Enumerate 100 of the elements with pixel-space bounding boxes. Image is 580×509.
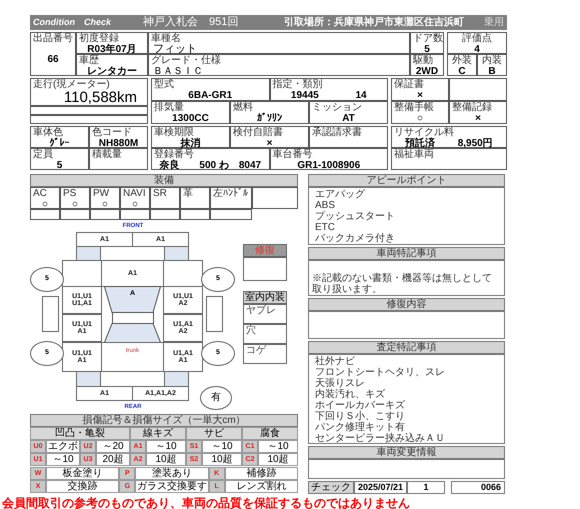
field-label: 車歴: [79, 55, 100, 66]
field-value: 5: [56, 160, 62, 171]
windshield-shape: [104, 286, 161, 313]
field-value: 14: [355, 90, 367, 101]
check-label: チェック: [308, 481, 354, 494]
field-value: ○: [102, 199, 108, 210]
shaded-panel: [76, 246, 101, 261]
field-value: AT: [342, 113, 355, 124]
roof-panel: [112, 312, 154, 324]
legend-group: 腐食: [242, 427, 298, 440]
field-label: NAVI: [123, 188, 147, 199]
field-value: ○: [132, 199, 138, 210]
field-label: 登録番号: [154, 149, 195, 160]
field-value: NH880M: [98, 138, 138, 149]
shaded-panel: [76, 371, 101, 387]
damage-meaning: ガラス交換要す: [135, 480, 209, 493]
rear-window-shape: [104, 323, 161, 343]
damage-meaning: ～10: [146, 440, 186, 453]
field-value: ｶﾞｿﾘﾝ: [257, 113, 282, 124]
damage-meaning: レンズ割れ: [224, 480, 298, 493]
field-value: 5: [424, 44, 430, 55]
field-label: リサイクル料: [394, 127, 455, 138]
legend-group: 線キズ: [130, 427, 186, 440]
field-value: B: [488, 66, 496, 77]
field-label: 保証書: [394, 79, 425, 90]
category-label: 乗用: [484, 16, 504, 30]
damage-meaning: 塗装あり: [135, 467, 209, 480]
field-label: 車体色: [33, 127, 64, 138]
interior-item: コゲ: [243, 344, 287, 364]
interior-item: 穴: [243, 324, 287, 344]
section-header: 車両特記事項: [308, 247, 505, 260]
damage-meaning: ～10: [258, 440, 298, 453]
field-label: 車検期限: [154, 127, 194, 138]
section-header: 修復: [243, 244, 287, 257]
field-value: GR1-1008906: [297, 160, 360, 171]
field-label: 検付自賠書: [233, 127, 284, 138]
field-value: 66: [47, 54, 59, 65]
spare-tire-marker: 有: [200, 386, 232, 410]
field-value: 預託済: [405, 138, 436, 149]
field-label: 外装: [452, 55, 472, 66]
field-label: 整備手帳: [394, 102, 435, 113]
field-label: 革: [183, 188, 194, 199]
field-label: ドア数: [413, 33, 441, 44]
field-value: 4: [474, 44, 480, 55]
field-value: ×: [266, 138, 272, 149]
field-value: ×: [417, 90, 423, 101]
field-value: 19445: [290, 90, 319, 101]
field-label: SR: [153, 188, 168, 199]
field-value: 8,950円: [458, 138, 493, 149]
field-label: AC: [33, 188, 48, 199]
sheet-title: Condition Check: [33, 16, 112, 29]
check-number: 0066: [451, 481, 505, 494]
damage-meaning: 10超: [146, 453, 186, 466]
note-line: 下回りＳ小、こすり: [315, 411, 406, 422]
section-header: 車両変更情報: [308, 446, 505, 459]
auction-name: 神戸入札会 951回: [143, 15, 240, 30]
field-value: ×: [475, 113, 481, 124]
form-cell: [243, 257, 287, 281]
damage-meaning: 10超: [258, 453, 298, 466]
field-label: 駆動: [413, 55, 434, 66]
field-value: 110,588km: [64, 90, 137, 106]
field-label: 初度登録: [79, 33, 120, 44]
section-header: アピールポイント: [308, 174, 505, 187]
pickup-location: 引取場所：兵庫県神戸市東灘区住吉浜町: [284, 15, 464, 30]
field-label: 福祉車両: [394, 149, 435, 160]
field-label: 排気量: [154, 102, 185, 113]
field-label: 積載量: [92, 149, 123, 160]
field-value: 1300CC: [172, 113, 209, 124]
field-value: C: [458, 66, 466, 77]
field-value: 6BA-GR1: [188, 90, 232, 101]
damage-meaning: ～10: [46, 453, 80, 466]
legend-group: 凹凸・亀裂: [30, 427, 130, 440]
field-value: ○: [42, 199, 48, 210]
note-line: パンク修理キット有: [315, 422, 405, 433]
field-value: ｸﾞﾚｰ: [50, 138, 70, 149]
field-label: PW: [93, 188, 110, 199]
field-label: 承認請求書: [312, 127, 363, 138]
section-header: 装備: [30, 174, 298, 187]
damage-meaning: 板金塗り: [46, 467, 120, 480]
note-line: エアバッグ: [315, 189, 366, 200]
field-label: PS: [63, 188, 78, 199]
note-line: 天張りスレ: [315, 378, 366, 389]
shaded-panel: [164, 371, 189, 387]
field-value: 奈良 500 わ 8047: [159, 160, 262, 171]
field-label: 燃料: [233, 102, 254, 113]
note-line: プッシュスタート: [315, 211, 396, 222]
note-line: 内装汚れ、キズ: [315, 389, 386, 400]
field-label: 評価点: [462, 33, 492, 44]
field-value: 抹消: [180, 138, 200, 149]
check-count: 1: [407, 481, 446, 494]
note-line: フロントシートヘタリ、スレ: [315, 367, 446, 378]
field-label: 定員: [33, 149, 54, 160]
field-label: 左ﾊﾝﾄﾞﾙ: [213, 188, 249, 199]
field-value: フィット: [152, 44, 198, 55]
mirror-shape: [206, 296, 223, 332]
note-line: ABS: [315, 200, 336, 211]
note-line: ホイールカバーキズ: [315, 400, 406, 411]
damage-meaning: ～10: [202, 440, 242, 453]
damage-meaning: 20超: [96, 453, 130, 466]
note-line: 社外ナビ: [315, 356, 356, 367]
